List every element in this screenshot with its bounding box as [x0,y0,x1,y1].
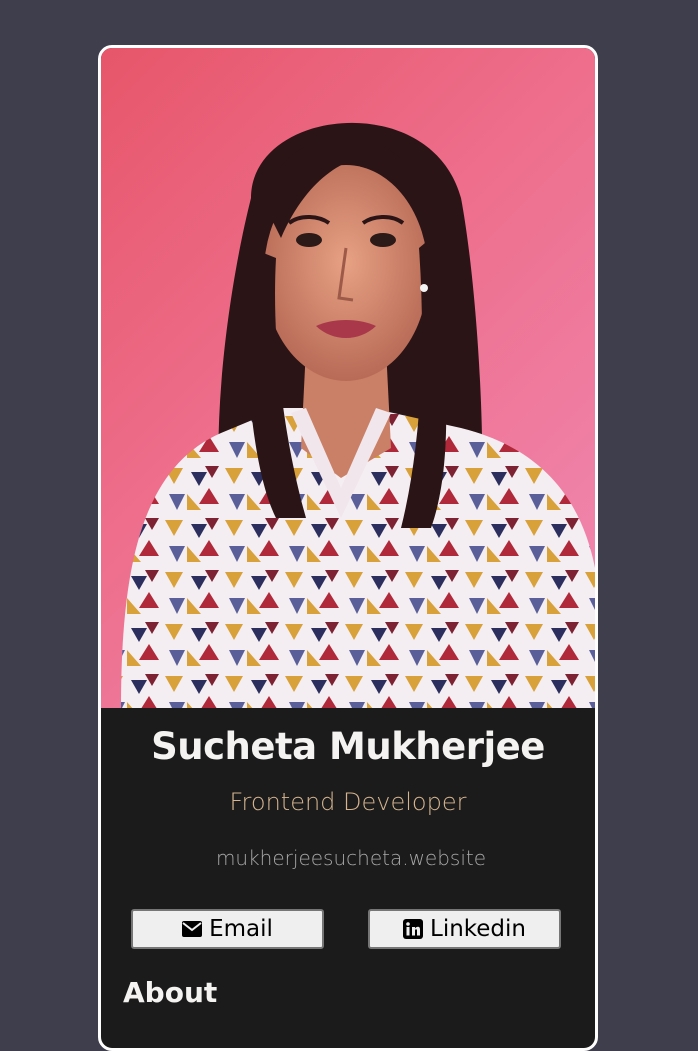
linkedin-icon [403,919,423,939]
website-link[interactable]: mukherjeesucheta.website [101,846,595,870]
profile-photo-illustration [121,122,595,708]
linkedin-button[interactable]: Linkedin [368,909,561,949]
email-button[interactable]: Email [131,909,324,949]
email-button-label: Email [209,916,273,942]
about-heading: About [123,976,218,1009]
linkedin-button-label: Linkedin [430,916,526,942]
envelope-icon [182,921,203,937]
profile-card: Sucheta Mukherjee Frontend Developer muk… [98,45,598,1051]
profile-name: Sucheta Mukherjee [151,725,545,768]
profile-photo [101,48,595,708]
profile-title: Frontend Developer [229,788,467,816]
